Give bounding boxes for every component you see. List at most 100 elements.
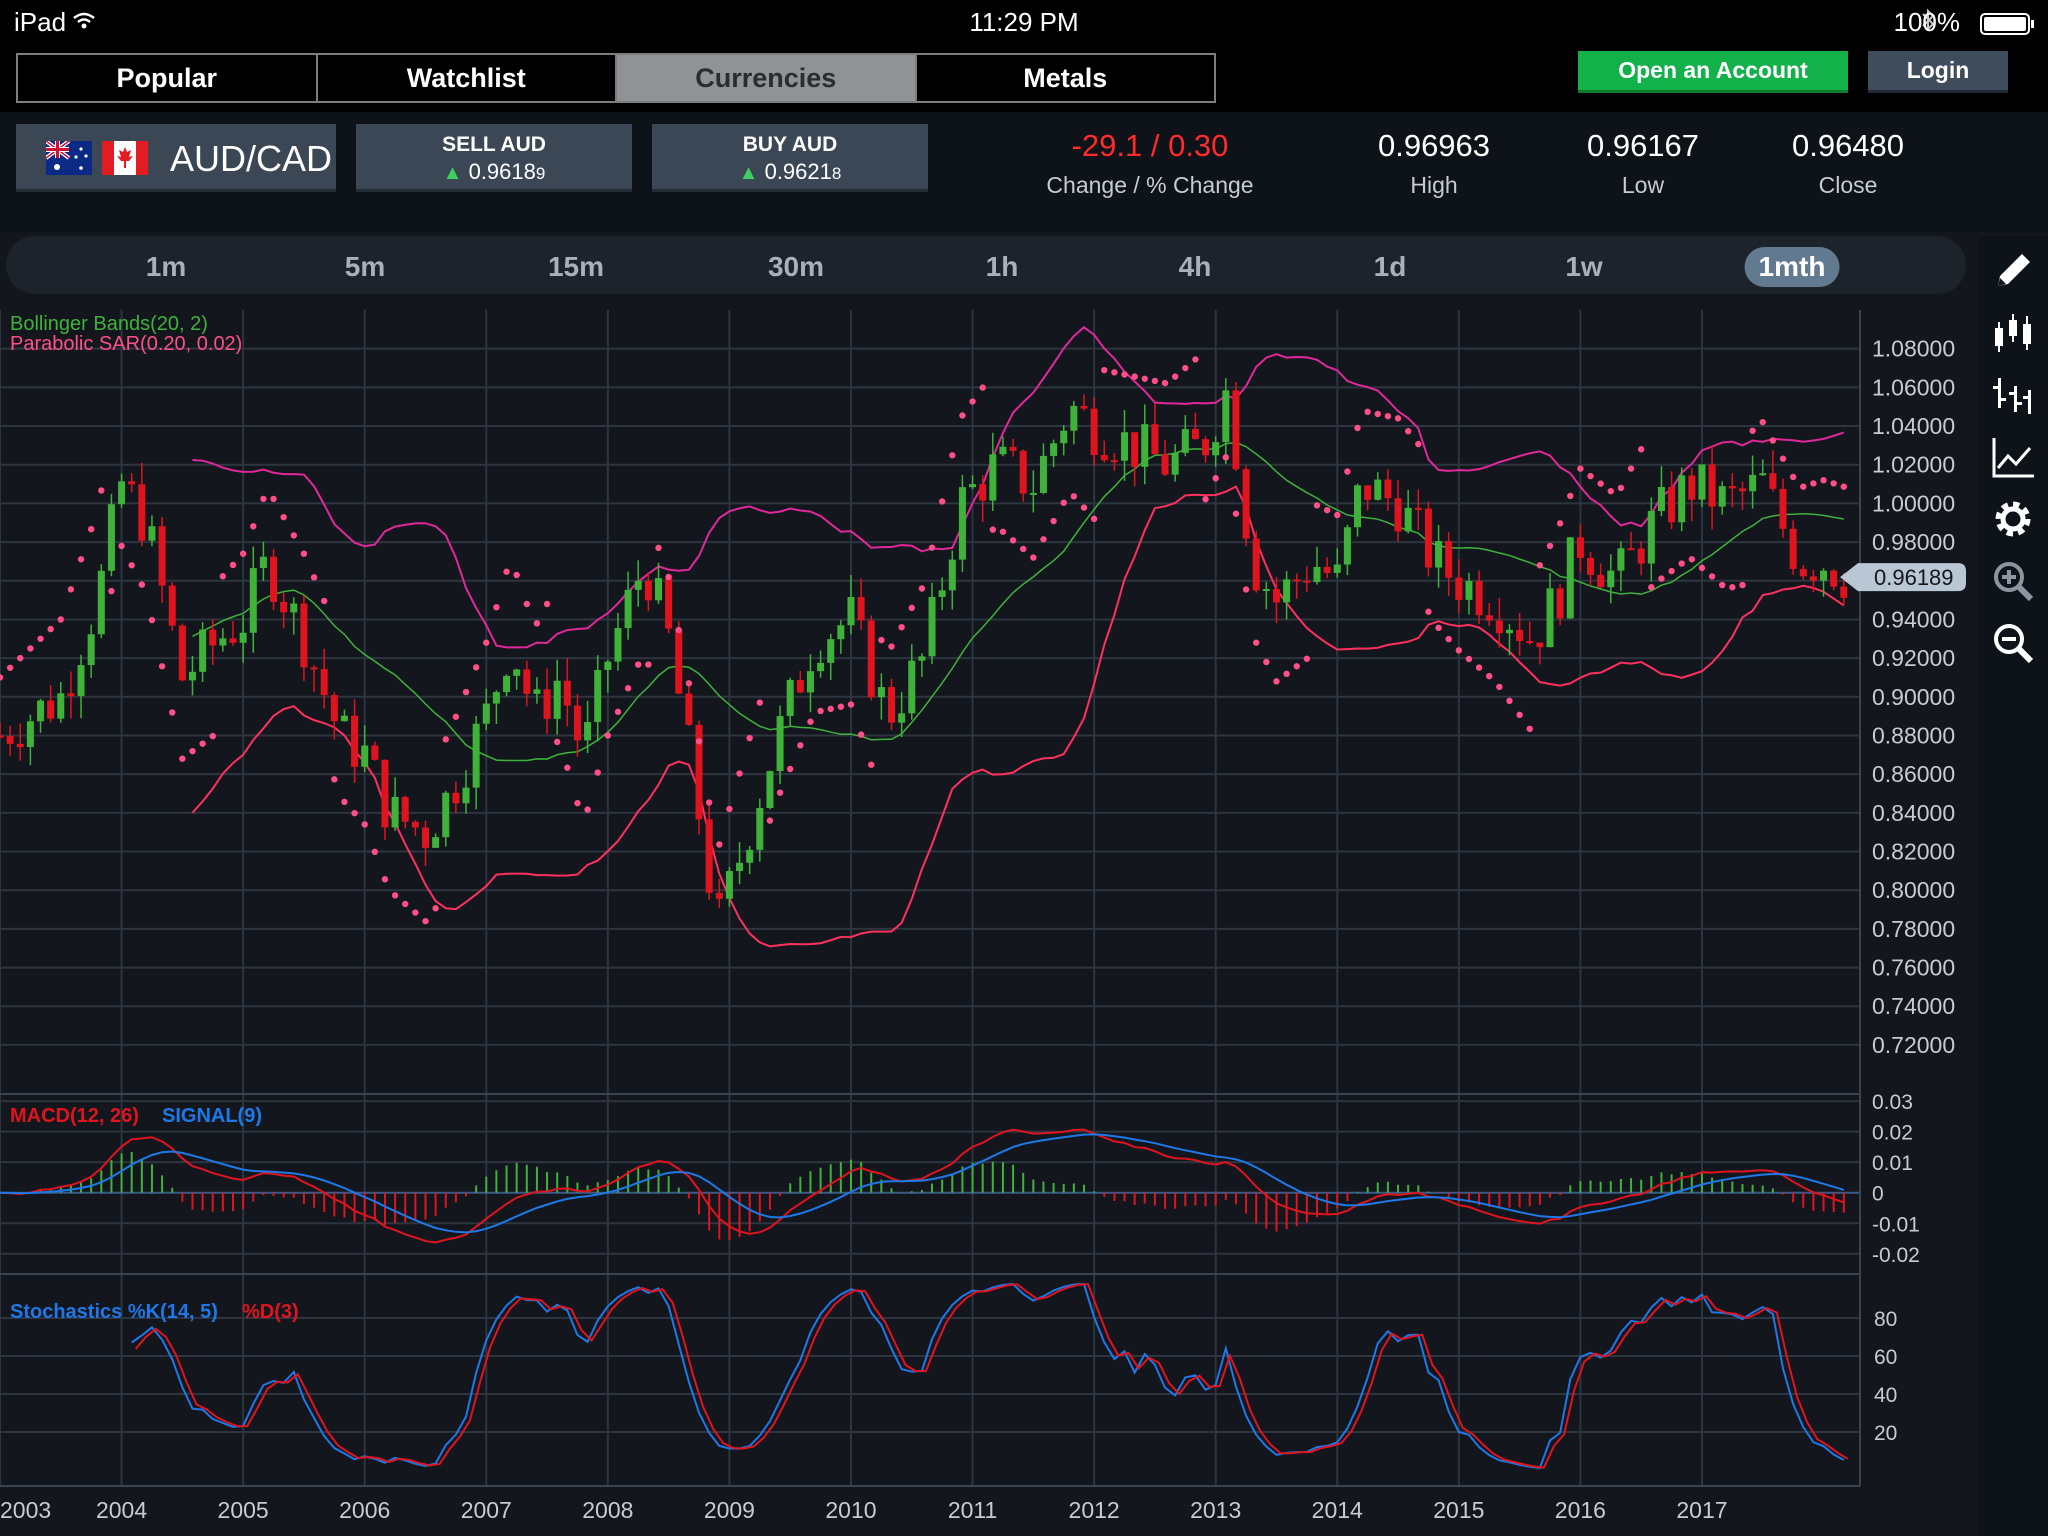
candle-body: [209, 629, 217, 646]
low-value: 0.96167: [1586, 128, 1700, 163]
sar-dot: [37, 635, 44, 642]
candle-body: [239, 632, 247, 643]
candle-body: [199, 629, 207, 672]
sar-dot: [229, 561, 237, 569]
candle-body: [766, 771, 774, 808]
sar-dot: [483, 639, 490, 646]
candlestick-icon[interactable]: [1990, 310, 2036, 356]
candle-body: [1212, 442, 1220, 456]
current-price-tag: 0.96189: [1840, 563, 1966, 592]
sar-dot: [250, 523, 257, 530]
timeframe-1m[interactable]: 1m: [132, 247, 200, 287]
price-tick-label: 0.92000: [1872, 645, 1955, 671]
zoom-out-icon[interactable]: [1990, 620, 2036, 666]
candle-body: [806, 671, 814, 693]
candle-body: [259, 556, 267, 569]
sar-dot: [766, 817, 774, 824]
candle-body: [1100, 455, 1108, 461]
candle-body: [67, 693, 75, 697]
candle-body: [1323, 566, 1331, 573]
candle-body: [1151, 424, 1159, 455]
macd-tick-label: 0.02: [1872, 1122, 1913, 1145]
line-chart-icon[interactable]: [1990, 434, 2036, 480]
sar-dot: [290, 532, 297, 539]
timeframe-1h[interactable]: 1h: [972, 247, 1033, 287]
ohlc-bars-icon[interactable]: [1990, 372, 2036, 418]
candle-body: [928, 596, 936, 657]
timeframe-30m[interactable]: 30m: [754, 247, 838, 287]
candle-body: [442, 792, 450, 838]
current-price-label: 0.96189: [1874, 565, 1954, 590]
price-chart[interactable]: 1.08000 1.06000 1.04000 1.02000 1.00000 0.980…: [0, 300, 1978, 1536]
sar-dot: [1242, 586, 1250, 593]
change-value: -29.1 / 0.30: [1071, 128, 1229, 163]
sar-dot: [1729, 584, 1736, 591]
buy-button[interactable]: BUY AUD ▲ 0.96218: [652, 124, 928, 192]
candle-body: [624, 589, 632, 629]
sar-dot: [1253, 639, 1260, 646]
candle-body: [1070, 405, 1078, 431]
instrument-selector[interactable]: AUD/CAD: [16, 124, 336, 192]
candle-body: [1617, 548, 1625, 571]
timeframe-1mth[interactable]: 1mth: [1744, 247, 1840, 287]
sar-dot: [1435, 624, 1442, 632]
sar-dot: [1040, 536, 1047, 543]
sell-button[interactable]: SELL AUD ▲ 0.96189: [356, 124, 632, 192]
candle-body: [77, 665, 85, 697]
price-tick-label: 1.04000: [1872, 413, 1955, 439]
open-account-button[interactable]: Open an Account: [1578, 51, 1848, 93]
zoom-in-icon[interactable]: [1990, 558, 2036, 604]
year-tick-label: 2009: [704, 1497, 755, 1523]
sar-dot: [1455, 647, 1463, 654]
sar-dot: [462, 688, 470, 696]
candle-body: [1222, 390, 1230, 443]
sar-dot: [1364, 408, 1371, 416]
pencil-icon[interactable]: [1990, 248, 2036, 294]
timeframe-5m[interactable]: 5m: [331, 247, 399, 287]
candle-body: [1789, 528, 1797, 569]
gear-icon[interactable]: [1990, 496, 2036, 542]
tab-watchlist[interactable]: Watchlist: [317, 55, 617, 101]
sar-dot: [402, 900, 409, 908]
sar-dot: [645, 661, 652, 668]
candle-body: [1657, 486, 1665, 511]
candle-body: [482, 703, 490, 724]
candle-body: [37, 700, 45, 722]
sar-dot: [513, 571, 520, 579]
tab-currencies[interactable]: Currencies: [617, 55, 917, 101]
candle-body: [908, 660, 916, 714]
sar-dot: [1030, 554, 1037, 561]
timeframe-4h[interactable]: 4h: [1165, 247, 1226, 287]
sar-dot: [108, 587, 115, 595]
timeframe-1w[interactable]: 1w: [1551, 247, 1616, 287]
low-stat: 0.96167 Low: [1543, 128, 1743, 199]
candle-body: [351, 715, 359, 767]
sar-dot: [1334, 511, 1341, 519]
sar-dot: [1759, 418, 1766, 426]
sar-dot: [270, 495, 277, 503]
login-button[interactable]: Login: [1868, 51, 2008, 93]
candle-body: [1576, 537, 1584, 558]
candle-body: [1283, 579, 1291, 603]
sar-dot: [857, 731, 865, 738]
sar-dot: [219, 573, 227, 580]
candle-body: [0, 735, 4, 738]
candle-body: [746, 849, 754, 863]
candle-body: [249, 568, 257, 633]
sar-dot: [1800, 483, 1807, 490]
candle-body: [665, 578, 673, 629]
candle-body: [877, 687, 885, 698]
candle-body: [543, 689, 551, 719]
candle-body: [938, 590, 946, 597]
candle-body: [553, 680, 561, 719]
candle-body: [401, 796, 409, 822]
sar-dot: [503, 568, 510, 575]
sar-dot: [47, 625, 54, 633]
candle-body: [1374, 479, 1382, 500]
timeframe-15m[interactable]: 15m: [534, 247, 618, 287]
tab-popular[interactable]: Popular: [18, 55, 318, 101]
tab-metals[interactable]: Metals: [916, 55, 1214, 101]
sar-dot: [655, 544, 662, 552]
sar-dot: [979, 384, 986, 391]
timeframe-1d[interactable]: 1d: [1360, 247, 1421, 287]
